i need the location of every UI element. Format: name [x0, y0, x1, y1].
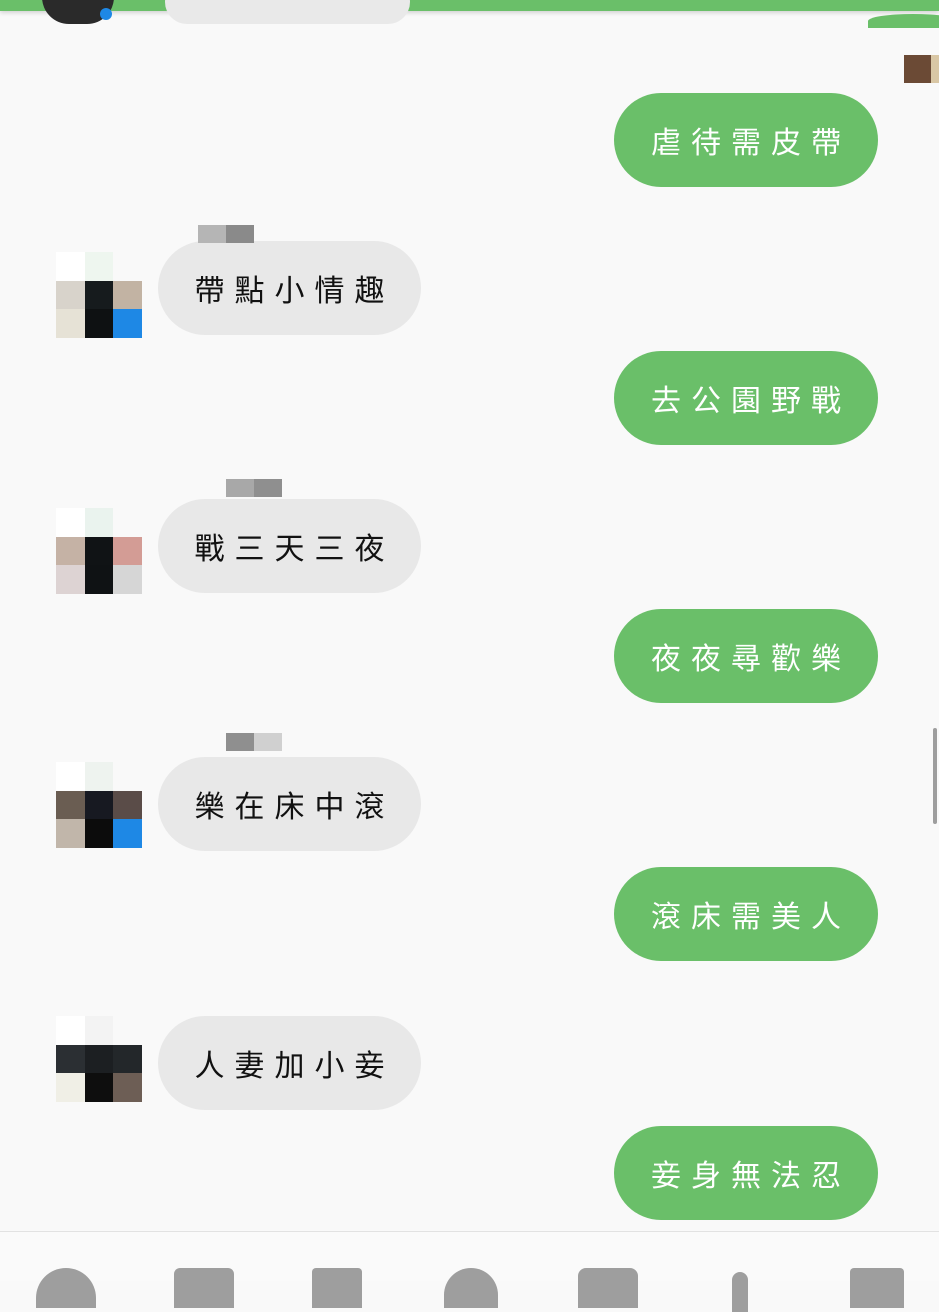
sticker-icon[interactable] [444, 1268, 498, 1308]
like-icon[interactable] [850, 1268, 904, 1308]
sender-avatar[interactable] [56, 1016, 142, 1102]
sender-name-blurred [198, 225, 254, 243]
outgoing-message[interactable]: 滾床需美人 [614, 867, 878, 961]
outgoing-message[interactable]: 夜夜尋歡樂 [614, 609, 878, 703]
outgoing-message[interactable]: 虐待需皮帶 [614, 93, 878, 187]
top-bar [0, 0, 939, 11]
outgoing-message[interactable]: 妾身無法忍 [614, 1126, 878, 1220]
incoming-message[interactable]: 樂在床中滾 [158, 757, 421, 851]
gif-icon[interactable] [578, 1268, 638, 1308]
online-status-dot [100, 8, 112, 20]
bottom-composer-bar [0, 1231, 939, 1312]
incoming-message[interactable]: 戰三天三夜 [158, 499, 421, 593]
image-icon[interactable] [312, 1268, 362, 1308]
previous-outgoing-bubble [868, 14, 939, 28]
sender-name-blurred [226, 479, 282, 497]
microphone-icon[interactable] [732, 1272, 748, 1312]
camera-icon[interactable] [174, 1268, 234, 1308]
incoming-message[interactable]: 人妻加小妾 [158, 1016, 421, 1110]
scrollbar-thumb[interactable] [933, 728, 937, 824]
sender-avatar[interactable] [56, 508, 142, 594]
sender-avatar[interactable] [56, 762, 142, 848]
previous-message-bubble [165, 0, 410, 24]
outgoing-message[interactable]: 去公園野戰 [614, 351, 878, 445]
incoming-message[interactable]: 帶點小情趣 [158, 241, 421, 335]
sender-name-blurred [226, 733, 282, 751]
sender-avatar[interactable] [56, 252, 142, 338]
messenger-icon[interactable] [36, 1268, 96, 1308]
thumbnail-preview[interactable] [904, 55, 939, 83]
